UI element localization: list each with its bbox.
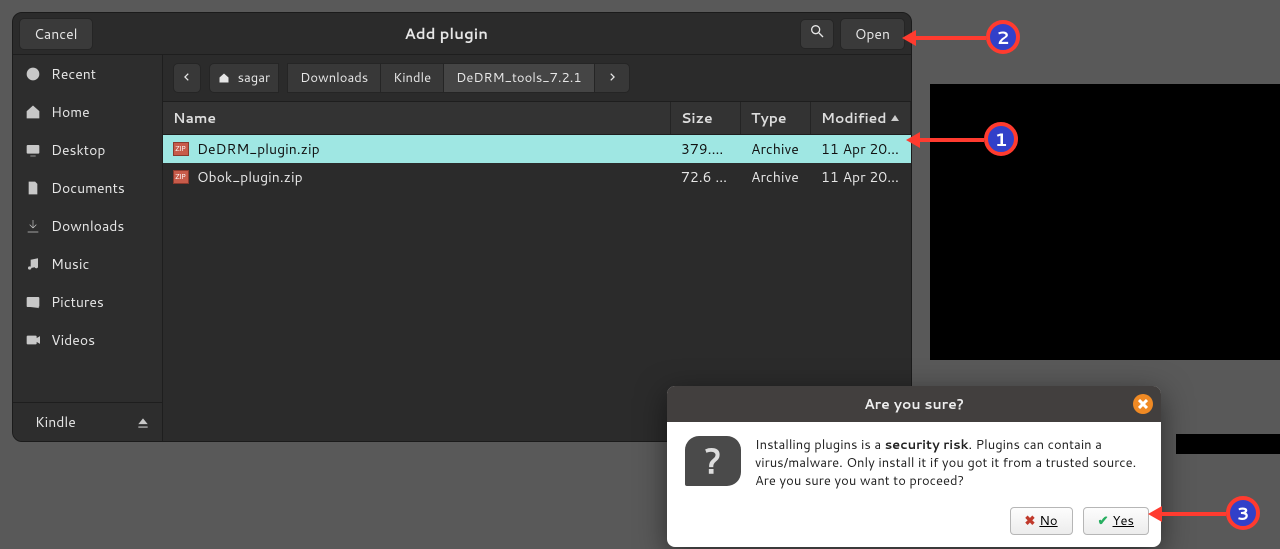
annotation-arrow bbox=[1160, 512, 1226, 516]
cross-icon: ✖ bbox=[1025, 512, 1036, 530]
file-size: 379.2 kB bbox=[671, 135, 741, 163]
file-chooser-dialog: Cancel Add plugin Open Recent Home Deskt… bbox=[12, 12, 912, 442]
file-name: Obok_plugin.zip bbox=[197, 167, 303, 187]
breadcrumb-current[interactable]: DeDRM_tools_7.2.1 bbox=[443, 63, 594, 93]
file-modified: 11 Apr 2021 bbox=[811, 163, 911, 191]
music-icon bbox=[25, 256, 41, 272]
close-icon bbox=[1138, 394, 1148, 414]
yes-button[interactable]: ✔ Yes bbox=[1083, 507, 1149, 535]
path-back-button[interactable] bbox=[173, 63, 201, 93]
breadcrumb-forward[interactable] bbox=[594, 63, 630, 93]
path-bar: sagar Downloads Kindle DeDRM_tools_7.2.1 bbox=[163, 55, 911, 102]
videos-icon bbox=[25, 332, 41, 348]
col-size[interactable]: Size bbox=[671, 102, 741, 134]
zip-icon bbox=[173, 170, 189, 184]
sidebar-item-desktop[interactable]: Desktop bbox=[13, 131, 162, 169]
file-name: DeDRM_plugin.zip bbox=[197, 139, 320, 159]
breadcrumb-kindle[interactable]: Kindle bbox=[380, 63, 443, 93]
places-sidebar: Recent Home Desktop Documents Downloads … bbox=[13, 55, 163, 441]
file-type: Archive bbox=[741, 135, 811, 163]
col-name[interactable]: Name bbox=[163, 102, 671, 134]
file-row[interactable]: Obok_plugin.zip 72.6 kB Archive 11 Apr 2… bbox=[163, 163, 911, 191]
annotation-badge-1: 1 bbox=[984, 122, 1018, 156]
sidebar-item-pictures[interactable]: Pictures bbox=[13, 283, 162, 321]
col-type[interactable]: Type bbox=[741, 102, 811, 134]
chevron-right-icon bbox=[607, 69, 617, 87]
confirm-dialog: Are you sure? ? Installing plugins is a … bbox=[667, 386, 1161, 547]
no-button[interactable]: ✖ No bbox=[1010, 507, 1073, 535]
cancel-button[interactable]: Cancel bbox=[19, 18, 93, 50]
sidebar-item-label: Recent bbox=[51, 64, 96, 84]
file-size: 72.6 kB bbox=[671, 163, 741, 191]
search-button[interactable] bbox=[800, 19, 834, 49]
breadcrumb-home[interactable]: sagar bbox=[209, 63, 279, 93]
confirm-title: Are you sure? bbox=[667, 386, 1161, 422]
sidebar-item-label: Videos bbox=[51, 330, 95, 350]
close-button[interactable] bbox=[1133, 394, 1153, 414]
file-modified: 11 Apr 2021 bbox=[811, 135, 911, 163]
sidebar-item-label: Kindle bbox=[35, 412, 76, 432]
eject-icon[interactable] bbox=[136, 415, 150, 429]
downloads-icon bbox=[25, 218, 41, 234]
sidebar-item-home[interactable]: Home bbox=[13, 93, 162, 131]
file-row[interactable]: DeDRM_plugin.zip 379.2 kB Archive 11 Apr… bbox=[163, 135, 911, 163]
sidebar-item-label: Desktop bbox=[51, 140, 105, 160]
home-icon bbox=[25, 104, 41, 120]
sidebar-item-label: Music bbox=[51, 254, 89, 274]
file-list-header: Name Size Type Modified bbox=[163, 102, 911, 135]
annotation-badge-3: 3 bbox=[1226, 496, 1260, 530]
sidebar-item-documents[interactable]: Documents bbox=[13, 169, 162, 207]
sidebar-item-kindle[interactable]: Kindle bbox=[13, 403, 162, 441]
desktop-icon bbox=[25, 142, 41, 158]
annotation-arrow bbox=[918, 138, 984, 142]
question-icon: ? bbox=[685, 436, 741, 486]
sort-asc-icon bbox=[891, 115, 899, 121]
col-modified[interactable]: Modified bbox=[811, 102, 911, 134]
annotation-arrow bbox=[914, 36, 986, 40]
dialog-title: Add plugin bbox=[99, 23, 794, 44]
pictures-icon bbox=[25, 294, 41, 310]
sidebar-item-recent[interactable]: Recent bbox=[13, 55, 162, 93]
sidebar-item-downloads[interactable]: Downloads bbox=[13, 207, 162, 245]
file-type: Archive bbox=[741, 163, 811, 191]
breadcrumb-downloads[interactable]: Downloads bbox=[287, 63, 380, 93]
titlebar: Cancel Add plugin Open bbox=[13, 13, 911, 55]
sidebar-item-videos[interactable]: Videos bbox=[13, 321, 162, 359]
sidebar-item-label: Documents bbox=[51, 178, 125, 198]
sidebar-item-music[interactable]: Music bbox=[13, 245, 162, 283]
open-button[interactable]: Open bbox=[840, 18, 905, 50]
annotation-badge-2: 2 bbox=[986, 20, 1020, 54]
sidebar-item-label: Pictures bbox=[51, 292, 104, 312]
home-icon bbox=[218, 72, 230, 84]
sidebar-item-label: Home bbox=[51, 102, 90, 122]
clock-icon bbox=[25, 66, 41, 82]
check-icon: ✔ bbox=[1098, 512, 1109, 530]
documents-icon bbox=[25, 180, 41, 196]
sidebar-item-label: Downloads bbox=[51, 216, 124, 236]
confirm-message: Installing plugins is a security risk. P… bbox=[755, 436, 1143, 491]
zip-icon bbox=[173, 142, 189, 156]
chevron-left-icon bbox=[182, 69, 192, 87]
search-icon bbox=[809, 22, 825, 45]
file-panel: sagar Downloads Kindle DeDRM_tools_7.2.1… bbox=[163, 55, 911, 441]
breadcrumb-label: sagar bbox=[238, 69, 271, 87]
